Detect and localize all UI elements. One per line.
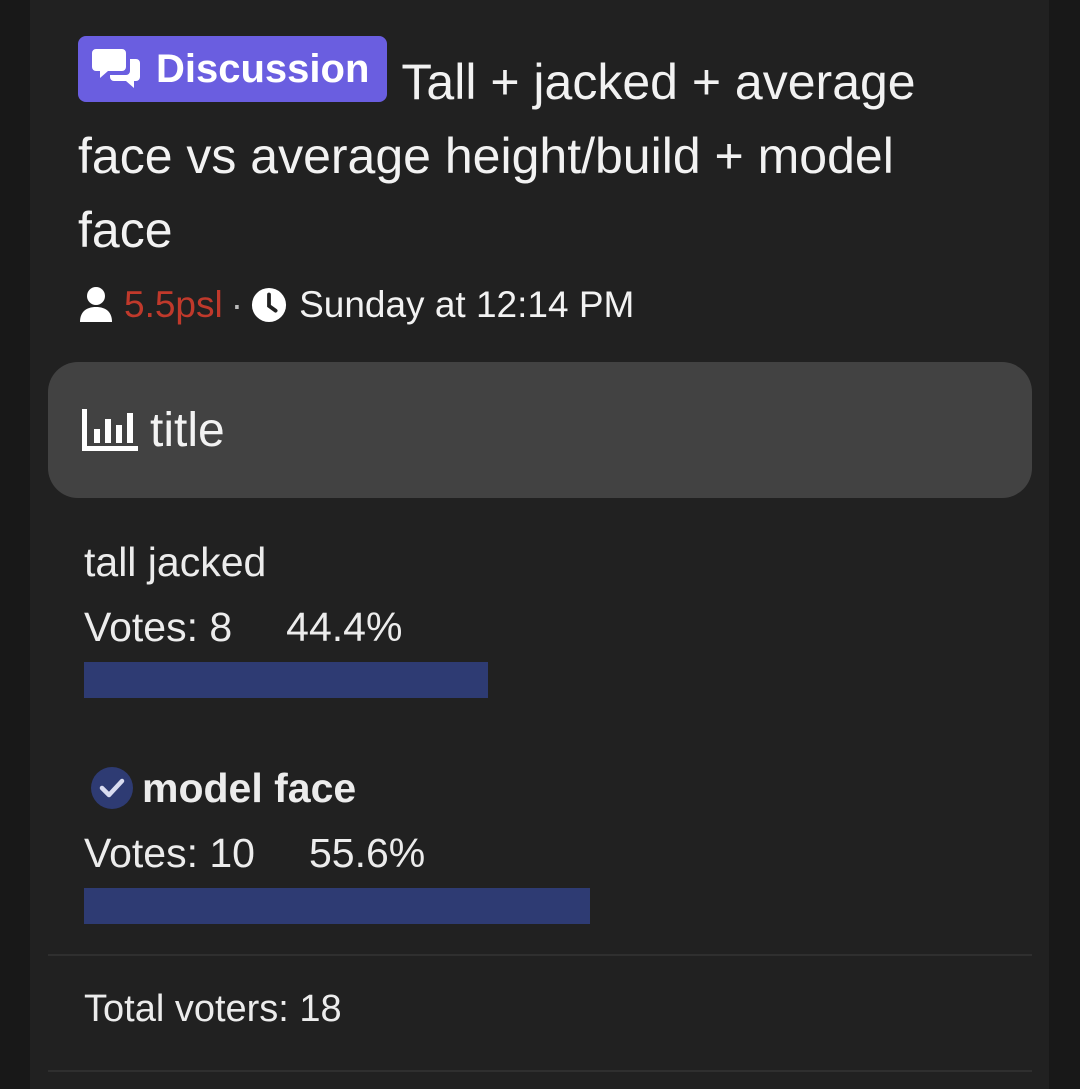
votes-percent: 44.4% xyxy=(286,604,403,650)
poll-header: title xyxy=(48,362,1032,498)
poll-option-tall-jacked: tall jacked Votes: 8 44.4% xyxy=(84,536,984,698)
meta-separator: · xyxy=(230,284,244,325)
poll-option-label-row: model face xyxy=(84,762,984,814)
poll-title: title xyxy=(150,403,225,457)
poll-divider xyxy=(48,954,1032,956)
total-voters: Total voters: 18 xyxy=(84,988,342,1030)
thread-meta: 5.5psl · Sunday at 12:14 PM xyxy=(78,280,634,330)
clock-icon xyxy=(252,287,287,323)
poll-bar-fill xyxy=(84,662,488,698)
thread-title: Discussion Tall + jacked + average face … xyxy=(78,36,988,267)
author-link[interactable]: 5.5psl xyxy=(124,284,223,326)
prefix-badge[interactable]: Discussion xyxy=(78,36,388,102)
votes-count: Votes: 10 xyxy=(84,830,255,876)
poll-footer-divider xyxy=(48,1070,1032,1072)
thread-header: Discussion Tall + jacked + average face … xyxy=(78,36,988,267)
poll-option-model-face: model face Votes: 10 55.6% xyxy=(84,762,984,924)
bar-chart-icon xyxy=(82,409,138,451)
voted-check-icon xyxy=(91,767,133,809)
poll-bar-track xyxy=(84,662,984,698)
poll-option-votes: Votes: 8 44.4% xyxy=(84,600,984,654)
poll-option-label: tall jacked xyxy=(84,539,267,585)
chat-bubbles-icon xyxy=(92,49,140,88)
user-icon xyxy=(80,287,112,322)
poll-bar-track xyxy=(84,888,984,924)
thread-page: Discussion Tall + jacked + average face … xyxy=(30,0,1049,1089)
votes-percent: 55.6% xyxy=(308,830,426,876)
poll-option-votes: Votes: 10 55.6% xyxy=(84,826,984,880)
votes-count: Votes: 8 xyxy=(84,604,233,650)
poll-option-label: model face xyxy=(142,765,357,811)
poll-bar-fill xyxy=(84,888,590,924)
prefix-label: Discussion xyxy=(156,47,370,91)
post-date[interactable]: Sunday at 12:14 PM xyxy=(299,284,634,326)
